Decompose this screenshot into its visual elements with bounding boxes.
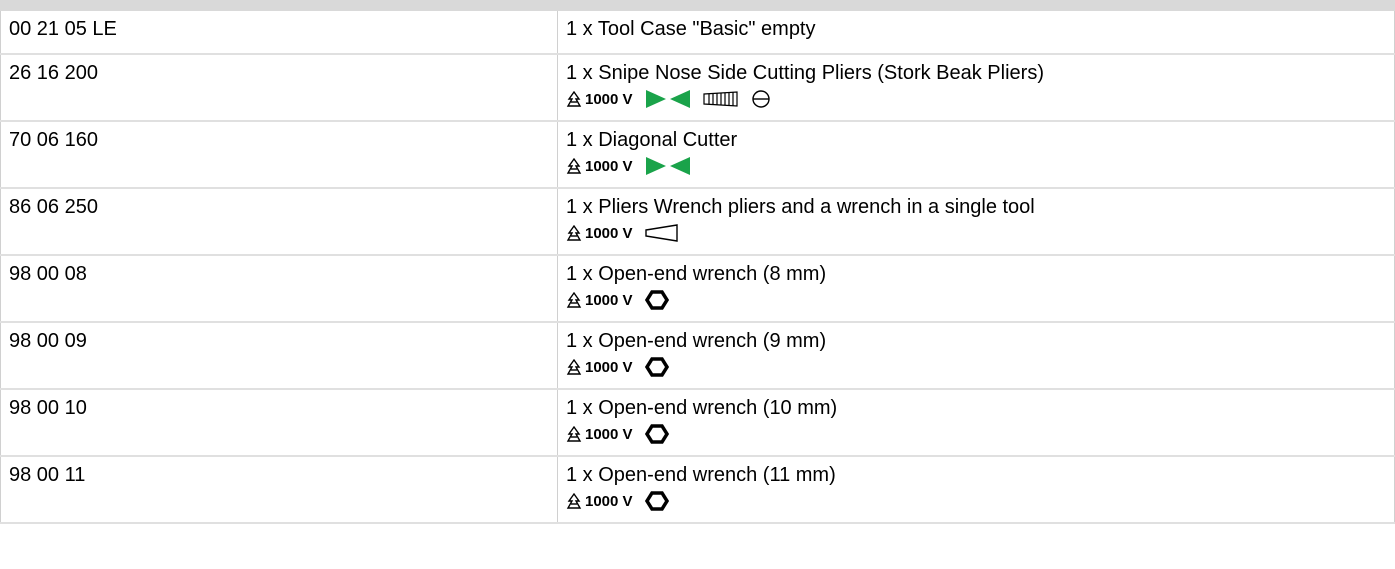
table-row: 98 00 11 1 x Open-end wrench (11 mm) 1000 …: [0, 456, 1395, 524]
table-row: 98 00 08 1 x Open-end wrench (8 mm) 1000 V: [0, 255, 1395, 323]
feature-icons: 1000 V: [566, 423, 1386, 445]
round-section-icon: [751, 89, 771, 109]
article-number: 98 00 09: [0, 322, 558, 390]
table-row: 26 16 200 1 x Snipe Nose Side Cutting Pli…: [0, 54, 1395, 122]
feature-icons: 1000 V: [566, 155, 1386, 177]
table-row: 86 06 250 1 x Pliers Wrench pliers and a …: [0, 188, 1395, 256]
voltage-rating: 1000 V: [585, 425, 633, 443]
hex-nut-icon: [644, 490, 669, 512]
item-description-cell: 1 x Snipe Nose Side Cutting Pliers (Stor…: [557, 54, 1395, 122]
voltage-rating: 1000 V: [585, 291, 633, 309]
item-description: 1 x Open-end wrench (10 mm): [566, 397, 838, 419]
item-description-cell: 1 x Open-end wrench (10 mm) 1000 V: [557, 389, 1395, 457]
cutting-edges-icon: [645, 156, 691, 176]
item-description: 1 x Diagonal Cutter: [566, 129, 738, 151]
article-number: 26 16 200: [0, 54, 558, 122]
item-description-cell: 1 x Open-end wrench (11 mm) 1000 V: [557, 456, 1395, 524]
feature-icons: 1000 V: [566, 490, 1386, 512]
table-row: 70 06 160 1 x Diagonal Cutter 1000 V: [0, 121, 1395, 189]
table-row: 00 21 05 LE 1 x Tool Case "Basic" empty: [0, 11, 1395, 55]
item-description: 1 x Tool Case "Basic" empty: [566, 18, 816, 40]
vde-1000v-icon: 1000 V: [566, 423, 633, 446]
hex-nut-icon: [644, 356, 669, 378]
article-number: 00 21 05 LE: [0, 11, 558, 55]
feature-icons: 1000 V: [566, 88, 1386, 110]
item-description-cell: 1 x Tool Case "Basic" empty: [557, 11, 1395, 55]
item-description: 1 x Open-end wrench (11 mm): [566, 464, 836, 486]
article-number: 86 06 250: [0, 188, 558, 256]
item-description: 1 x Pliers Wrench pliers and a wrench in…: [566, 196, 1035, 218]
vde-1000v-icon: 1000 V: [566, 155, 633, 178]
item-description: 1 x Open-end wrench (9 mm): [566, 330, 827, 352]
hex-nut-icon: [644, 423, 669, 445]
voltage-rating: 1000 V: [585, 492, 633, 510]
voltage-rating: 1000 V: [585, 157, 633, 175]
item-description: 1 x Open-end wrench (8 mm): [566, 263, 827, 285]
voltage-rating: 1000 V: [585, 358, 633, 376]
article-number: 98 00 08: [0, 255, 558, 323]
parallel-jaws-icon: [644, 223, 679, 243]
table-row: 98 00 09 1 x Open-end wrench (9 mm) 1000 V: [0, 322, 1395, 390]
article-number: 98 00 10: [0, 389, 558, 457]
item-description: 1 x Snipe Nose Side Cutting Pliers (Stor…: [566, 62, 1044, 84]
tool-list-table: 00 21 05 LE 1 x Tool Case "Basic" empty 26…: [0, 11, 1395, 524]
article-number: 98 00 11: [0, 456, 558, 524]
vde-1000v-icon: 1000 V: [566, 356, 633, 379]
feature-icons: 1000 V: [566, 356, 1386, 378]
voltage-rating: 1000 V: [585, 224, 633, 242]
table-row: 98 00 10 1 x Open-end wrench (10 mm) 1000 …: [0, 389, 1395, 457]
item-description-cell: 1 x Pliers Wrench pliers and a wrench in…: [557, 188, 1395, 256]
voltage-rating: 1000 V: [585, 90, 633, 108]
cutting-edges-icon: [645, 89, 691, 109]
item-description-cell: 1 x Open-end wrench (8 mm) 1000 V: [557, 255, 1395, 323]
table-header-bar: [0, 0, 1395, 11]
item-description-cell: 1 x Open-end wrench (9 mm) 1000 V: [557, 322, 1395, 390]
feature-icons: 1000 V: [566, 289, 1386, 311]
feature-icons: 1000 V: [566, 222, 1386, 244]
vde-1000v-icon: 1000 V: [566, 88, 633, 111]
gripping-zone-icon: [702, 90, 739, 108]
vde-1000v-icon: 1000 V: [566, 222, 633, 245]
hex-nut-icon: [644, 289, 669, 311]
item-description-cell: 1 x Diagonal Cutter 1000 V: [557, 121, 1395, 189]
article-number: 70 06 160: [0, 121, 558, 189]
vde-1000v-icon: 1000 V: [566, 490, 633, 513]
vde-1000v-icon: 1000 V: [566, 289, 633, 312]
